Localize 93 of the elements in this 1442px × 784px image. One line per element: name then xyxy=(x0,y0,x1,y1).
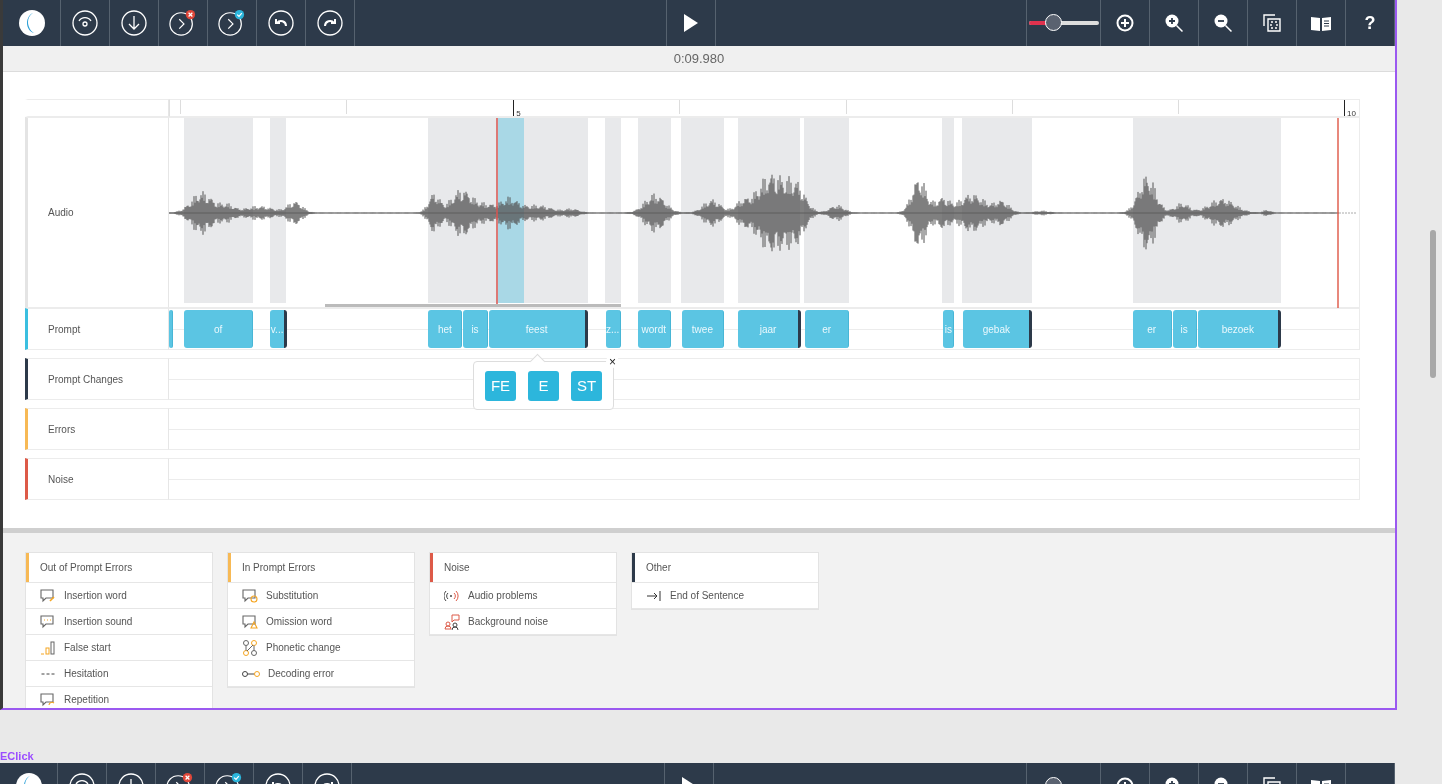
book-icon xyxy=(1311,15,1331,31)
ruler-tick xyxy=(513,100,515,116)
legend-label: Insertion sound xyxy=(64,616,133,627)
ruler-tick xyxy=(679,100,681,114)
legend-label: End of Sentence xyxy=(670,590,744,601)
legend-label: Background noise xyxy=(468,616,549,627)
track-name: Errors xyxy=(48,423,76,435)
legend-label: Decoding error xyxy=(268,668,335,679)
time-display: 0:09.980 xyxy=(673,51,725,66)
legend-label: Repetition xyxy=(64,694,110,705)
legend-title: Noise xyxy=(444,562,470,573)
sound-waves-icon xyxy=(444,588,460,603)
track-name: Audio xyxy=(48,207,74,218)
nodes-icon xyxy=(242,639,258,656)
ruler-tick xyxy=(180,100,181,114)
legend-label: Insertion word xyxy=(64,590,127,601)
track-name: Prompt xyxy=(48,323,81,335)
syllable-button[interactable]: FE xyxy=(485,370,516,401)
word-segment[interactable]: is xyxy=(1172,310,1197,348)
word-segment[interactable]: er xyxy=(1132,310,1172,348)
zoom-out-icon xyxy=(1213,13,1233,33)
word-segment[interactable]: het xyxy=(428,310,463,348)
word-segment[interactable]: er xyxy=(805,310,850,348)
ruler-tick xyxy=(1344,100,1345,116)
word-segment[interactable]: is xyxy=(943,310,955,348)
play-icon xyxy=(683,14,698,32)
word-segment[interactable]: jaar xyxy=(737,310,802,348)
legend-item[interactable]: Audio problems xyxy=(430,583,616,609)
scrollbar-thumb[interactable] xyxy=(1430,230,1436,378)
plus-circle-icon xyxy=(1116,14,1134,32)
bars-icon xyxy=(40,640,56,655)
legend-item[interactable]: Phonetic change xyxy=(228,635,414,661)
redo-icon xyxy=(317,10,343,36)
connector-icon xyxy=(242,669,260,678)
legend-item[interactable]: Insertion word xyxy=(26,583,212,609)
speech-pencil-icon xyxy=(40,588,56,603)
dashes-icon xyxy=(41,672,55,675)
zoom-slider[interactable] xyxy=(1027,14,1100,32)
people-noise-icon xyxy=(444,613,460,630)
word-segment[interactable]: of xyxy=(184,310,254,348)
legend-item[interactable]: Insertion sound xyxy=(26,609,212,635)
legend-label: Phonetic change xyxy=(266,642,341,653)
word-segment[interactable]: is xyxy=(463,310,488,348)
legend-label: Omission word xyxy=(266,616,333,627)
logo-icon xyxy=(17,9,46,37)
next-reject-icon xyxy=(168,9,198,37)
legend-item[interactable]: Substitution xyxy=(228,583,414,609)
word-segment[interactable]: feest xyxy=(488,310,588,348)
legend-item[interactable]: Hesitation xyxy=(26,661,212,687)
close-button[interactable]: × xyxy=(606,355,619,368)
legend-item[interactable]: False start xyxy=(26,635,212,661)
speech-warning-icon xyxy=(242,614,258,629)
legend-label: False start xyxy=(64,642,111,653)
word-segment[interactable]: v... xyxy=(270,310,288,348)
legend-title: In Prompt Errors xyxy=(242,562,316,573)
fit-icon xyxy=(1263,14,1281,32)
rotate-eye-icon xyxy=(72,10,98,36)
ruler-tick xyxy=(1011,100,1013,114)
word-segment[interactable]: gebak xyxy=(963,310,1033,348)
syllable-button[interactable]: E xyxy=(528,370,559,401)
download-icon xyxy=(121,10,147,36)
ruler-tick xyxy=(845,100,847,114)
legend-item[interactable]: End of Sentence xyxy=(632,583,818,609)
track-name: Noise xyxy=(48,473,74,485)
word-segment[interactable]: wordt xyxy=(637,310,671,348)
slider-thumb[interactable] xyxy=(1045,14,1062,31)
track-name: Prompt Changes xyxy=(48,373,124,385)
zoom-in-icon xyxy=(1164,13,1184,33)
word-segment[interactable]: twee xyxy=(681,310,724,348)
next-accept-icon xyxy=(217,9,247,37)
undo-icon xyxy=(268,10,294,36)
word-segment[interactable]: bezoek xyxy=(1197,310,1281,348)
arrow-to-line-icon xyxy=(646,589,662,602)
ruler-tick xyxy=(1177,100,1179,114)
legend-title: Out of Prompt Errors xyxy=(40,562,133,573)
legend-label: Hesitation xyxy=(64,668,109,679)
speech-plus-icon xyxy=(242,588,258,603)
legend-label: Audio problems xyxy=(468,590,538,601)
ruler-label: 10 xyxy=(1347,109,1356,118)
dashed-baseline xyxy=(1339,212,1357,214)
syllable-button[interactable]: ST xyxy=(571,370,602,401)
legend-item[interactable]: Omission word xyxy=(228,609,414,635)
word-segment[interactable]: z... xyxy=(605,310,621,348)
ruler-label: 5 xyxy=(516,109,521,118)
speech-dots-icon xyxy=(40,614,56,629)
legend-item[interactable]: Repetition xyxy=(26,687,212,708)
legend-item[interactable]: Decoding error xyxy=(228,661,414,687)
ruler-tick xyxy=(346,100,348,114)
speech-repeat-icon xyxy=(40,692,56,707)
legend-title: Other xyxy=(646,562,671,573)
footer-label: EClick xyxy=(0,750,34,762)
legend-label: Substitution xyxy=(266,590,319,601)
legend-item[interactable]: Background noise xyxy=(430,609,616,635)
